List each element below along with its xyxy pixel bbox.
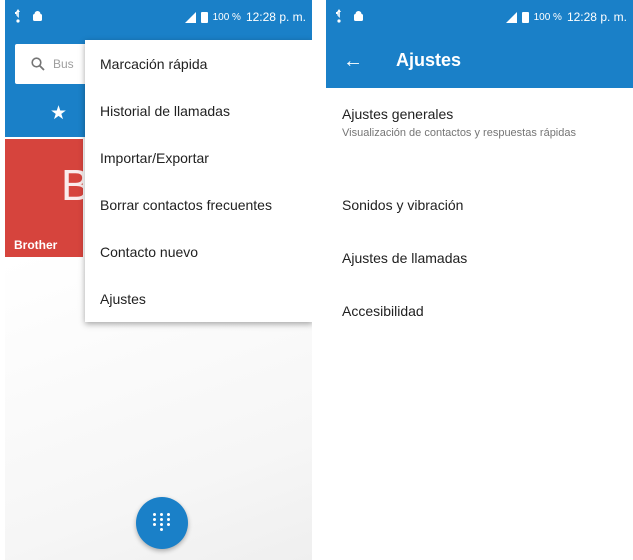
back-arrow-icon[interactable]: ← [343,51,363,71]
status-bar: 100 % 12:28 p. m. [5,0,312,36]
menu-item-settings[interactable]: Ajustes [85,275,312,322]
tab-favorites[interactable]: ★ [50,104,67,123]
setting-title: Ajustes de llamadas [342,250,468,266]
setting-calls[interactable]: Ajustes de llamadas [342,250,467,266]
signal-icon [184,11,196,23]
search-placeholder: Bus [53,57,74,71]
setting-accessibility[interactable]: Accesibilidad [342,303,424,319]
usb-icon [15,9,20,23]
contacts-screen: 100 % 12:28 p. m. Bus ★ B Brother Marcac… [5,0,312,560]
menu-item-speed-dial[interactable]: Marcación rápida [85,40,312,87]
battery-percent: 100 % [212,11,241,23]
setting-sounds[interactable]: Sonidos y vibración [342,197,463,213]
battery-percent: 100 % [533,11,562,23]
search-icon [31,57,45,71]
menu-item-new-contact[interactable]: Contacto nuevo [85,228,312,275]
clock: 12:28 p. m. [245,10,306,24]
setting-general[interactable]: Ajustes generales Visualización de conta… [342,106,602,141]
setting-subtitle: Visualización de contactos y respuestas … [342,127,576,139]
setting-title: Sonidos y vibración [342,197,464,213]
setting-title: Accesibilidad [342,303,424,319]
menu-item-import-export[interactable]: Importar/Exportar [85,134,312,181]
clock: 12:28 p. m. [566,10,627,24]
menu-item-clear-frequents[interactable]: Borrar contactos frecuentes [85,181,312,228]
contact-tile[interactable]: B Brother [5,139,90,257]
android-icon [33,10,42,21]
contact-name: Brother [14,238,58,252]
usb-icon [336,9,341,23]
star-icon: ★ [50,103,68,124]
settings-screen: 100 % 12:28 p. m. ← Ajustes Ajustes gene… [326,0,633,560]
dialpad-button[interactable] [136,497,188,549]
android-icon [354,10,363,21]
app-bar: ← Ajustes [326,36,633,88]
signal-icon [505,11,517,23]
dialpad-icon [153,513,171,533]
page-title: Ajustes [396,50,462,70]
status-bar: 100 % 12:28 p. m. [326,0,633,36]
battery-icon [200,11,208,23]
setting-title: Ajustes generales [342,106,454,122]
overflow-menu: Marcación rápida Historial de llamadas I… [85,40,312,322]
battery-icon [521,11,529,23]
menu-item-call-history[interactable]: Historial de llamadas [85,87,312,134]
